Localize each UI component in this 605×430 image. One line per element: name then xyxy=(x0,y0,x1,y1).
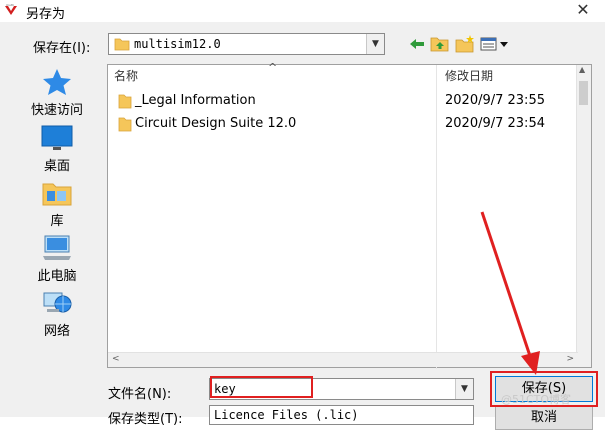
annotation-arrow xyxy=(480,211,540,375)
watermark: @51CTO博客 xyxy=(501,393,572,406)
